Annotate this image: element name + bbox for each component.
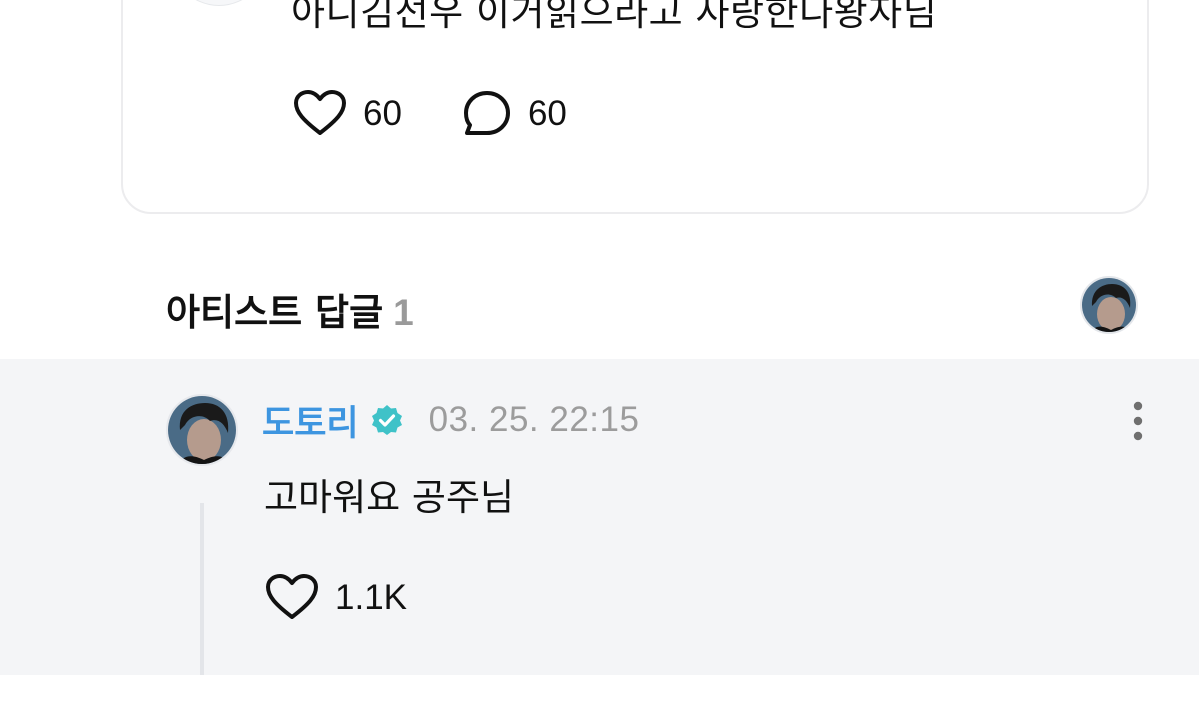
reply-like-button[interactable]: 1.1K (265, 574, 407, 622)
post-comment-button[interactable]: 60 (462, 90, 567, 138)
post-like-button[interactable]: 60 (293, 90, 402, 138)
reply-author-name[interactable]: 도토리 (262, 395, 359, 446)
speech-bubble-icon (463, 91, 510, 135)
post-author-avatar[interactable] (169, 0, 269, 6)
post-card: 아니김선우 이거읽으라고 사랑한다왕자님 60 60 (121, 0, 1149, 214)
more-options-button[interactable] (1126, 400, 1150, 442)
post-actions: 60 60 (293, 90, 627, 138)
artist-reply-panel: 도토리 03. 25. 22:15 고마워요 공주님 1.1K (0, 359, 1199, 675)
verified-badge-icon (371, 404, 403, 436)
thread-line (200, 503, 204, 675)
vertical-ellipsis-icon (1133, 401, 1143, 441)
post-like-count: 60 (363, 94, 402, 133)
heart-outline-icon (294, 90, 346, 135)
reply-actions: 1.1K (265, 574, 467, 622)
artist-photo-icon (1082, 278, 1136, 332)
reply-text: 고마워요 공주님 (264, 476, 515, 519)
artist-avatar-small[interactable] (1080, 276, 1138, 334)
post-comment-count: 60 (527, 94, 567, 133)
artist-replies-count: 1 (393, 292, 414, 333)
reply-like-count: 1.1K (335, 578, 407, 617)
reply-author-avatar[interactable] (166, 394, 238, 466)
reply-header: 도토리 03. 25. 22:15 (262, 395, 640, 446)
artist-replies-heading: 아티스트 답글 1 (166, 282, 414, 336)
artist-photo-icon (168, 396, 236, 464)
reply-timestamp: 03. 25. 22:15 (428, 400, 640, 439)
heart-outline-icon (266, 574, 318, 619)
artist-replies-title: 아티스트 답글 (166, 291, 384, 334)
post-text: 아니김선우 이거읽으라고 사랑한다왕자님 (291, 0, 938, 34)
